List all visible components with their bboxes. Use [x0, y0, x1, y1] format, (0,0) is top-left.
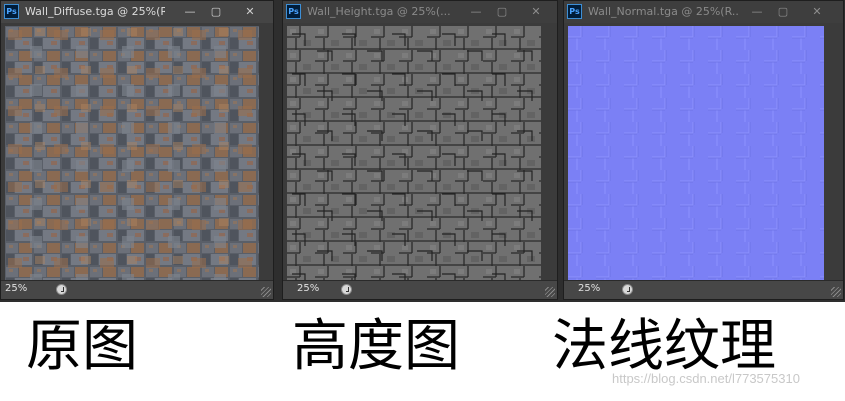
close-icon[interactable]: ✕	[523, 3, 549, 20]
document-window-diffuse[interactable]: Ps Wall_Diffuse.tga @ 25%(R... — ▢ ✕ 25%	[0, 0, 274, 300]
document-windows-strip: Ps Wall_Diffuse.tga @ 25%(R... — ▢ ✕ 25%…	[0, 0, 845, 302]
window-titlebar[interactable]: Ps Wall_Normal.tga @ 25%(R... — ▢ ✕	[564, 1, 843, 23]
status-bar: 25%	[1, 280, 273, 299]
photoshop-icon: Ps	[4, 4, 19, 19]
resize-grip-icon[interactable]	[545, 287, 555, 297]
status-bar: 25%	[283, 280, 557, 299]
status-bar: 25%	[564, 280, 843, 299]
resize-grip-icon[interactable]	[831, 287, 841, 297]
restore-icon[interactable]: ▢	[489, 3, 515, 20]
watermark: https://blog.csdn.net/l773575310	[612, 371, 800, 386]
window-titlebar[interactable]: Ps Wall_Diffuse.tga @ 25%(R... — ▢ ✕	[1, 1, 273, 23]
minimize-icon[interactable]: —	[744, 3, 770, 20]
zoom-level[interactable]: 25%	[5, 283, 27, 294]
caption-height-map: 高度图	[292, 314, 460, 379]
document-info-icon[interactable]	[622, 284, 633, 295]
document-info-icon[interactable]	[341, 284, 352, 295]
restore-icon[interactable]: ▢	[770, 3, 796, 20]
minimize-icon[interactable]: —	[177, 3, 203, 20]
document-title: Wall_Height.tga @ 25%(...	[307, 5, 451, 18]
document-info-icon[interactable]	[56, 284, 67, 295]
zoom-level[interactable]: 25%	[297, 283, 319, 294]
close-icon[interactable]: ✕	[804, 3, 830, 20]
close-icon[interactable]: ✕	[237, 3, 263, 20]
minimize-icon[interactable]: —	[463, 3, 489, 20]
height-map-canvas	[287, 26, 541, 282]
zoom-level[interactable]: 25%	[578, 283, 600, 294]
document-window-normal[interactable]: Ps Wall_Normal.tga @ 25%(R... — ▢ ✕ 25%	[563, 0, 844, 300]
photoshop-icon: Ps	[567, 4, 582, 19]
caption-original: 原图	[26, 314, 138, 379]
photoshop-icon: Ps	[286, 4, 301, 19]
document-title: Wall_Diffuse.tga @ 25%(R...	[25, 5, 165, 18]
document-window-height[interactable]: Ps Wall_Height.tga @ 25%(... — ▢ ✕ 25%	[282, 0, 558, 300]
normal-map-canvas	[568, 26, 824, 282]
diffuse-texture-canvas	[5, 26, 259, 282]
document-title: Wall_Normal.tga @ 25%(R...	[588, 5, 740, 18]
resize-grip-icon[interactable]	[261, 287, 271, 297]
window-titlebar[interactable]: Ps Wall_Height.tga @ 25%(... — ▢ ✕	[283, 1, 557, 23]
restore-icon[interactable]: ▢	[203, 3, 229, 20]
